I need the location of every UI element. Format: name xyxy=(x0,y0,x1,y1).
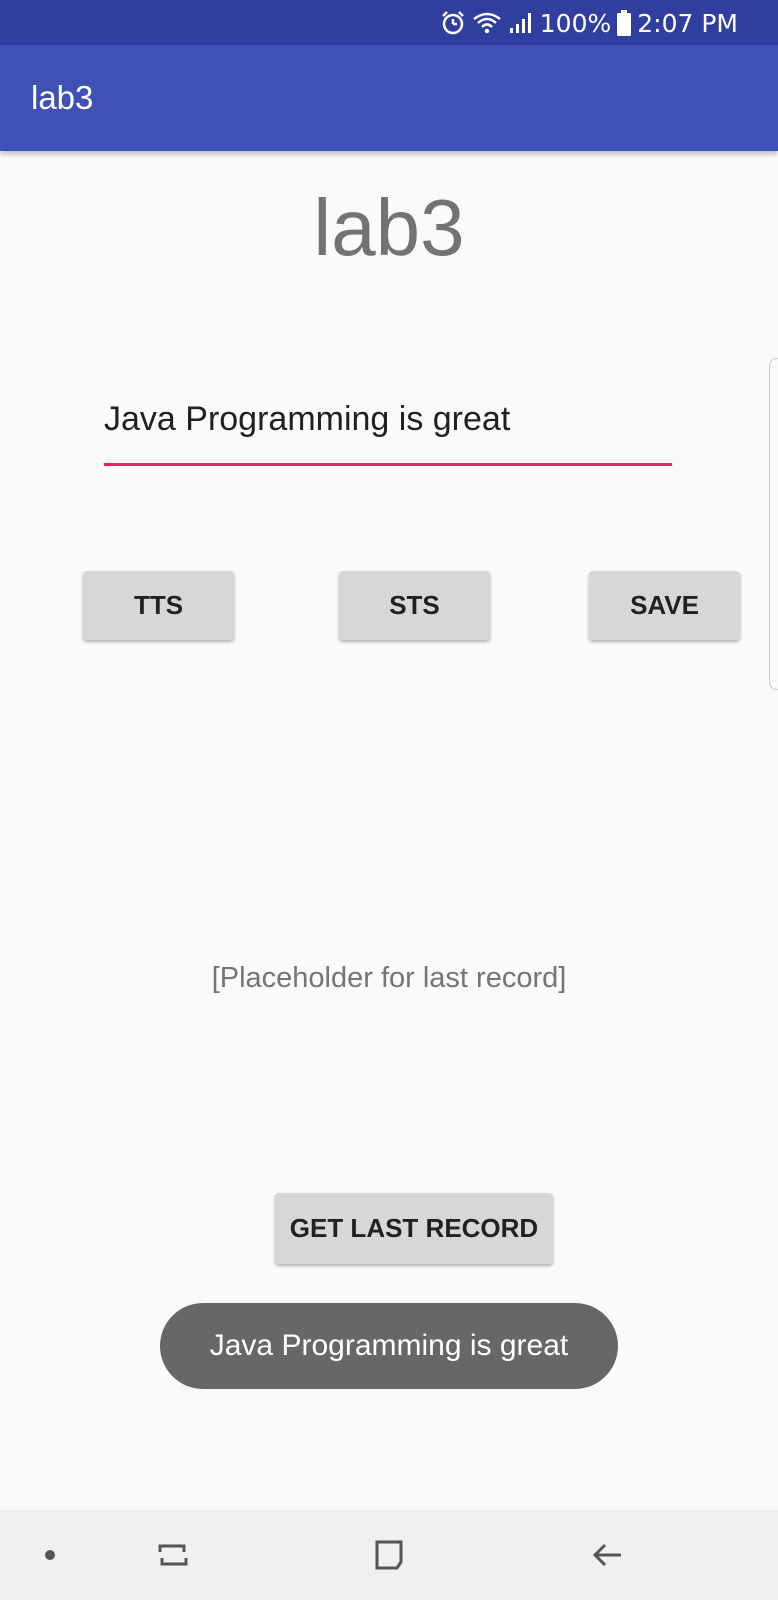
status-time: 2:07 PM xyxy=(637,8,738,38)
app-bar: lab3 xyxy=(0,45,778,151)
page-title: lab3 xyxy=(313,183,465,272)
back-icon[interactable] xyxy=(588,1510,628,1600)
edge-panel-handle[interactable] xyxy=(769,358,778,690)
wifi-icon xyxy=(472,11,502,35)
alarm-icon xyxy=(440,10,466,36)
status-bar: 100% 2:07 PM xyxy=(0,0,778,45)
status-icons: 100% 2:07 PM xyxy=(440,8,738,38)
text-input[interactable] xyxy=(104,375,672,466)
recents-icon[interactable] xyxy=(150,1510,195,1600)
tts-button[interactable]: TTS xyxy=(83,571,234,640)
navigation-bar xyxy=(0,1510,778,1600)
dot-icon[interactable] xyxy=(30,1510,70,1600)
get-last-record-button[interactable]: GET LAST RECORD xyxy=(275,1193,553,1264)
battery-icon xyxy=(617,10,632,36)
signal-icon xyxy=(508,11,534,35)
app-bar-title: lab3 xyxy=(31,79,94,116)
save-button[interactable]: SAVE xyxy=(589,571,740,640)
home-icon[interactable] xyxy=(370,1510,410,1600)
toast-message: Java Programming is great xyxy=(160,1303,618,1389)
last-record-text: [Placeholder for last record] xyxy=(211,962,567,994)
battery-percent: 100% xyxy=(539,8,612,38)
sts-button[interactable]: STS xyxy=(339,571,490,640)
